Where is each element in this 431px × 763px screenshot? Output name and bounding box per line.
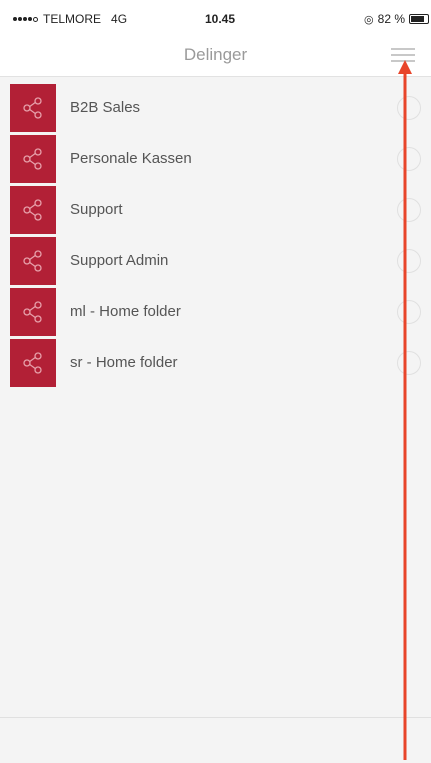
share-icon [10,84,56,132]
item-action-circle[interactable] [397,249,421,273]
share-icon [10,288,56,336]
share-icon [10,339,56,387]
list-item-label: Support Admin [70,252,169,269]
share-icon [10,186,56,234]
list-item[interactable]: B2B Sales [10,84,431,132]
list-item[interactable]: Support [10,186,431,234]
battery-icon [409,14,429,24]
list-item-label: B2B Sales [70,99,141,116]
share-icon [10,237,56,285]
page-title: Delinger [183,45,248,64]
battery-percent: 82 % [377,12,405,26]
list-item-label: Support [70,201,123,218]
item-action-circle[interactable] [397,96,421,120]
item-action-circle[interactable] [397,147,421,171]
status-right: ◎ 82 % [364,12,429,26]
share-icon [10,135,56,183]
shares-list: B2B Sales Personale Kassen Support Suppo… [0,77,431,717]
status-time: 10.45 [205,12,236,26]
item-action-circle[interactable] [397,198,421,222]
list-item-label: sr - Home folder [70,354,178,371]
list-item-label: Personale Kassen [70,150,192,167]
list-item[interactable]: Personale Kassen [10,135,431,183]
hamburger-menu-icon[interactable] [391,44,415,64]
bottom-bar [0,717,431,763]
list-item[interactable]: Support Admin [10,237,431,285]
list-item[interactable]: sr - Home folder [10,339,431,387]
network-type: 4G [111,12,128,26]
list-item[interactable]: ml - Home folder [10,288,431,336]
status-left: TELMORE 4G [13,12,127,26]
signal-strength-icon [13,16,38,22]
orientation-lock-icon: ◎ [364,13,374,26]
list-item-label: ml - Home folder [70,303,181,320]
item-action-circle[interactable] [397,300,421,324]
nav-bar: Delinger [0,36,431,77]
item-action-circle[interactable] [397,351,421,375]
carrier-name: TELMORE [43,12,102,26]
phone-screen: TELMORE 4G 10.45 ◎ 82 % Delinger B2B Sal… [0,0,431,763]
status-bar: TELMORE 4G 10.45 ◎ 82 % [0,0,431,36]
